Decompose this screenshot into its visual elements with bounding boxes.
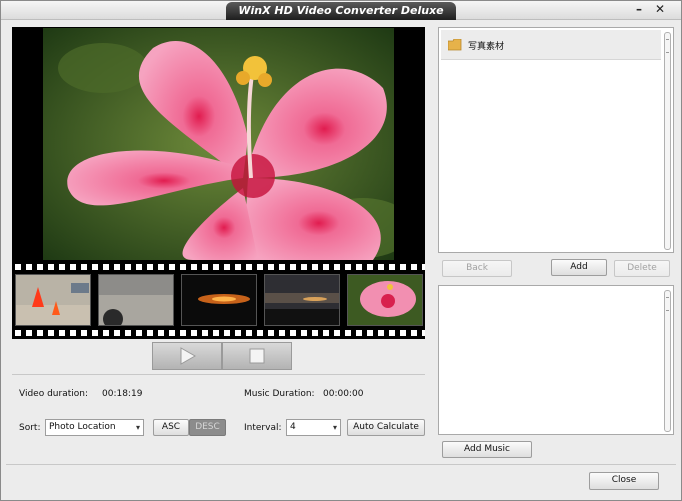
sort-desc-button[interactable]: DESC	[189, 419, 226, 436]
photo-folder-list[interactable]: 写真素材	[438, 27, 674, 253]
divider	[6, 464, 676, 465]
filmstrip	[12, 261, 425, 339]
folder-list-scrollbar[interactable]	[664, 32, 671, 250]
music-duration-value: 00:00:00	[323, 389, 364, 399]
app-window: WinX HD Video Converter Deluxe – ✕ Video…	[0, 0, 682, 501]
sort-asc-button[interactable]: ASC	[153, 419, 189, 436]
window-title: WinX HD Video Converter Deluxe	[226, 2, 456, 20]
video-duration-value: 00:18:19	[102, 389, 143, 399]
interval-label: Interval:	[244, 423, 282, 433]
music-list[interactable]	[438, 285, 674, 435]
chevron-down-icon: ▾	[135, 423, 140, 432]
minimize-button[interactable]: –	[631, 2, 647, 16]
playback-controls	[152, 342, 292, 370]
music-duration-label: Music Duration:	[244, 389, 315, 399]
close-button[interactable]: Close	[589, 472, 659, 490]
filmstrip-thumbnail[interactable]	[15, 274, 91, 326]
filmstrip-thumbnail[interactable]	[347, 274, 423, 326]
play-icon	[180, 347, 196, 365]
chevron-down-icon: ▾	[332, 423, 337, 432]
add-music-button[interactable]: Add Music	[442, 441, 532, 458]
back-button[interactable]: Back	[442, 260, 512, 277]
stop-button[interactable]	[222, 342, 292, 370]
music-list-scrollbar[interactable]	[664, 290, 671, 432]
add-button[interactable]: Add	[551, 259, 607, 276]
folder-icon	[448, 39, 462, 51]
play-button[interactable]	[152, 342, 222, 370]
interval-value: 4	[290, 422, 296, 432]
filmstrip-perforation-bottom	[12, 330, 425, 336]
stop-icon	[249, 348, 265, 364]
video-duration-label: Video duration:	[19, 389, 88, 399]
folder-name: 写真素材	[468, 42, 505, 52]
divider	[12, 374, 425, 375]
sort-selected-value: Photo Location	[49, 422, 116, 432]
filmstrip-perforation-top	[12, 264, 425, 270]
delete-button[interactable]: Delete	[614, 260, 670, 277]
sort-label: Sort:	[19, 423, 41, 433]
filmstrip-thumbnail[interactable]	[181, 274, 257, 326]
preview-image	[43, 28, 394, 260]
interval-select[interactable]: 4 ▾	[286, 419, 341, 436]
filmstrip-thumbnail[interactable]	[264, 274, 340, 326]
sort-select[interactable]: Photo Location ▾	[45, 419, 144, 436]
close-window-button[interactable]: ✕	[652, 2, 668, 16]
auto-calculate-button[interactable]: Auto Calculate	[347, 419, 425, 436]
list-item[interactable]: 写真素材	[441, 30, 661, 60]
filmstrip-thumbnail[interactable]	[98, 274, 174, 326]
title-bar[interactable]: WinX HD Video Converter Deluxe – ✕	[1, 1, 681, 20]
